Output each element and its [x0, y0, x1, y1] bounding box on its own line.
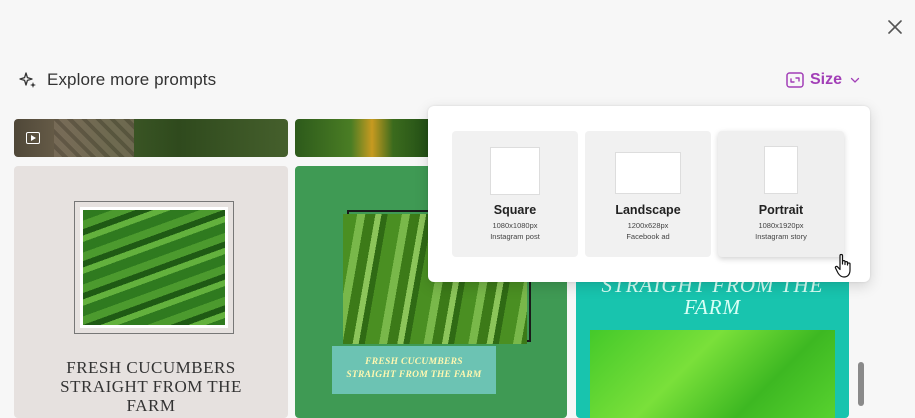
caption-line: FRESH CUCUMBERS — [365, 357, 463, 367]
option-dimensions: 1080x1080px — [492, 221, 538, 230]
explore-prompts-label: Explore more prompts — [47, 70, 217, 89]
scrollbar-thumb[interactable] — [858, 362, 864, 406]
design-editor-page: Explore more prompts Size FRESH CUCUMBER… — [0, 0, 915, 418]
caption-line: STRAIGHT FROM THE FARM — [346, 370, 482, 380]
option-title: Square — [493, 203, 537, 217]
landscape-preview — [615, 152, 681, 194]
option-dimensions: 1080x1920px — [758, 221, 804, 230]
cucumber-photo — [80, 207, 228, 328]
option-subtitle: Facebook ad — [626, 232, 670, 241]
sparkle-icon — [19, 72, 36, 88]
size-option-landscape[interactable]: Landscape 1200x628px Facebook ad — [585, 131, 711, 257]
caption-label: FRESH CUCUMBERS STRAIGHT FROM THE FARM — [332, 346, 496, 394]
option-subtitle: Instagram post — [490, 232, 540, 241]
option-dimensions: 1200x628px — [627, 221, 669, 230]
design-card-fresh-cucumbers-framed[interactable]: FRESH CUCUMBERS STRAIGHT FROM THE FARM — [14, 166, 288, 418]
design-card-farm[interactable]: STRAIGHT FROM THE FARM — [576, 258, 849, 418]
close-button[interactable] — [884, 16, 906, 38]
design-card-vegetables[interactable] — [295, 119, 435, 157]
green-texture-image — [590, 330, 835, 418]
chevron-down-icon — [850, 77, 860, 83]
caption-line: FARM — [683, 295, 742, 319]
size-label: Size — [810, 71, 843, 88]
portrait-preview — [764, 146, 798, 194]
option-title: Landscape — [615, 203, 681, 217]
caption-line: FRESH CUCUMBERS — [66, 358, 236, 377]
close-icon — [888, 20, 902, 34]
square-preview — [490, 147, 540, 195]
size-dropdown-button[interactable]: Size — [786, 71, 860, 89]
hand-pointer-cursor-icon — [834, 253, 851, 278]
resize-frame-icon — [786, 72, 804, 88]
caption-line: FARM — [126, 396, 176, 415]
design-card-garden[interactable] — [14, 119, 288, 157]
size-option-square[interactable]: Square 1080x1080px Instagram post — [452, 131, 578, 257]
size-menu: Square 1080x1080px Instagram post Landsc… — [428, 106, 870, 282]
play-icon — [26, 132, 40, 144]
card-caption: FRESH CUCUMBERS STRAIGHT FROM THE FARM — [14, 358, 288, 415]
explore-prompts-button[interactable]: Explore more prompts — [19, 70, 216, 90]
caption-line: STRAIGHT FROM THE — [60, 377, 242, 396]
option-title: Portrait — [758, 203, 804, 217]
garden-path-image — [54, 119, 134, 157]
size-option-portrait[interactable]: Portrait 1080x1920px Instagram story — [718, 131, 844, 257]
option-subtitle: Instagram story — [755, 232, 807, 241]
